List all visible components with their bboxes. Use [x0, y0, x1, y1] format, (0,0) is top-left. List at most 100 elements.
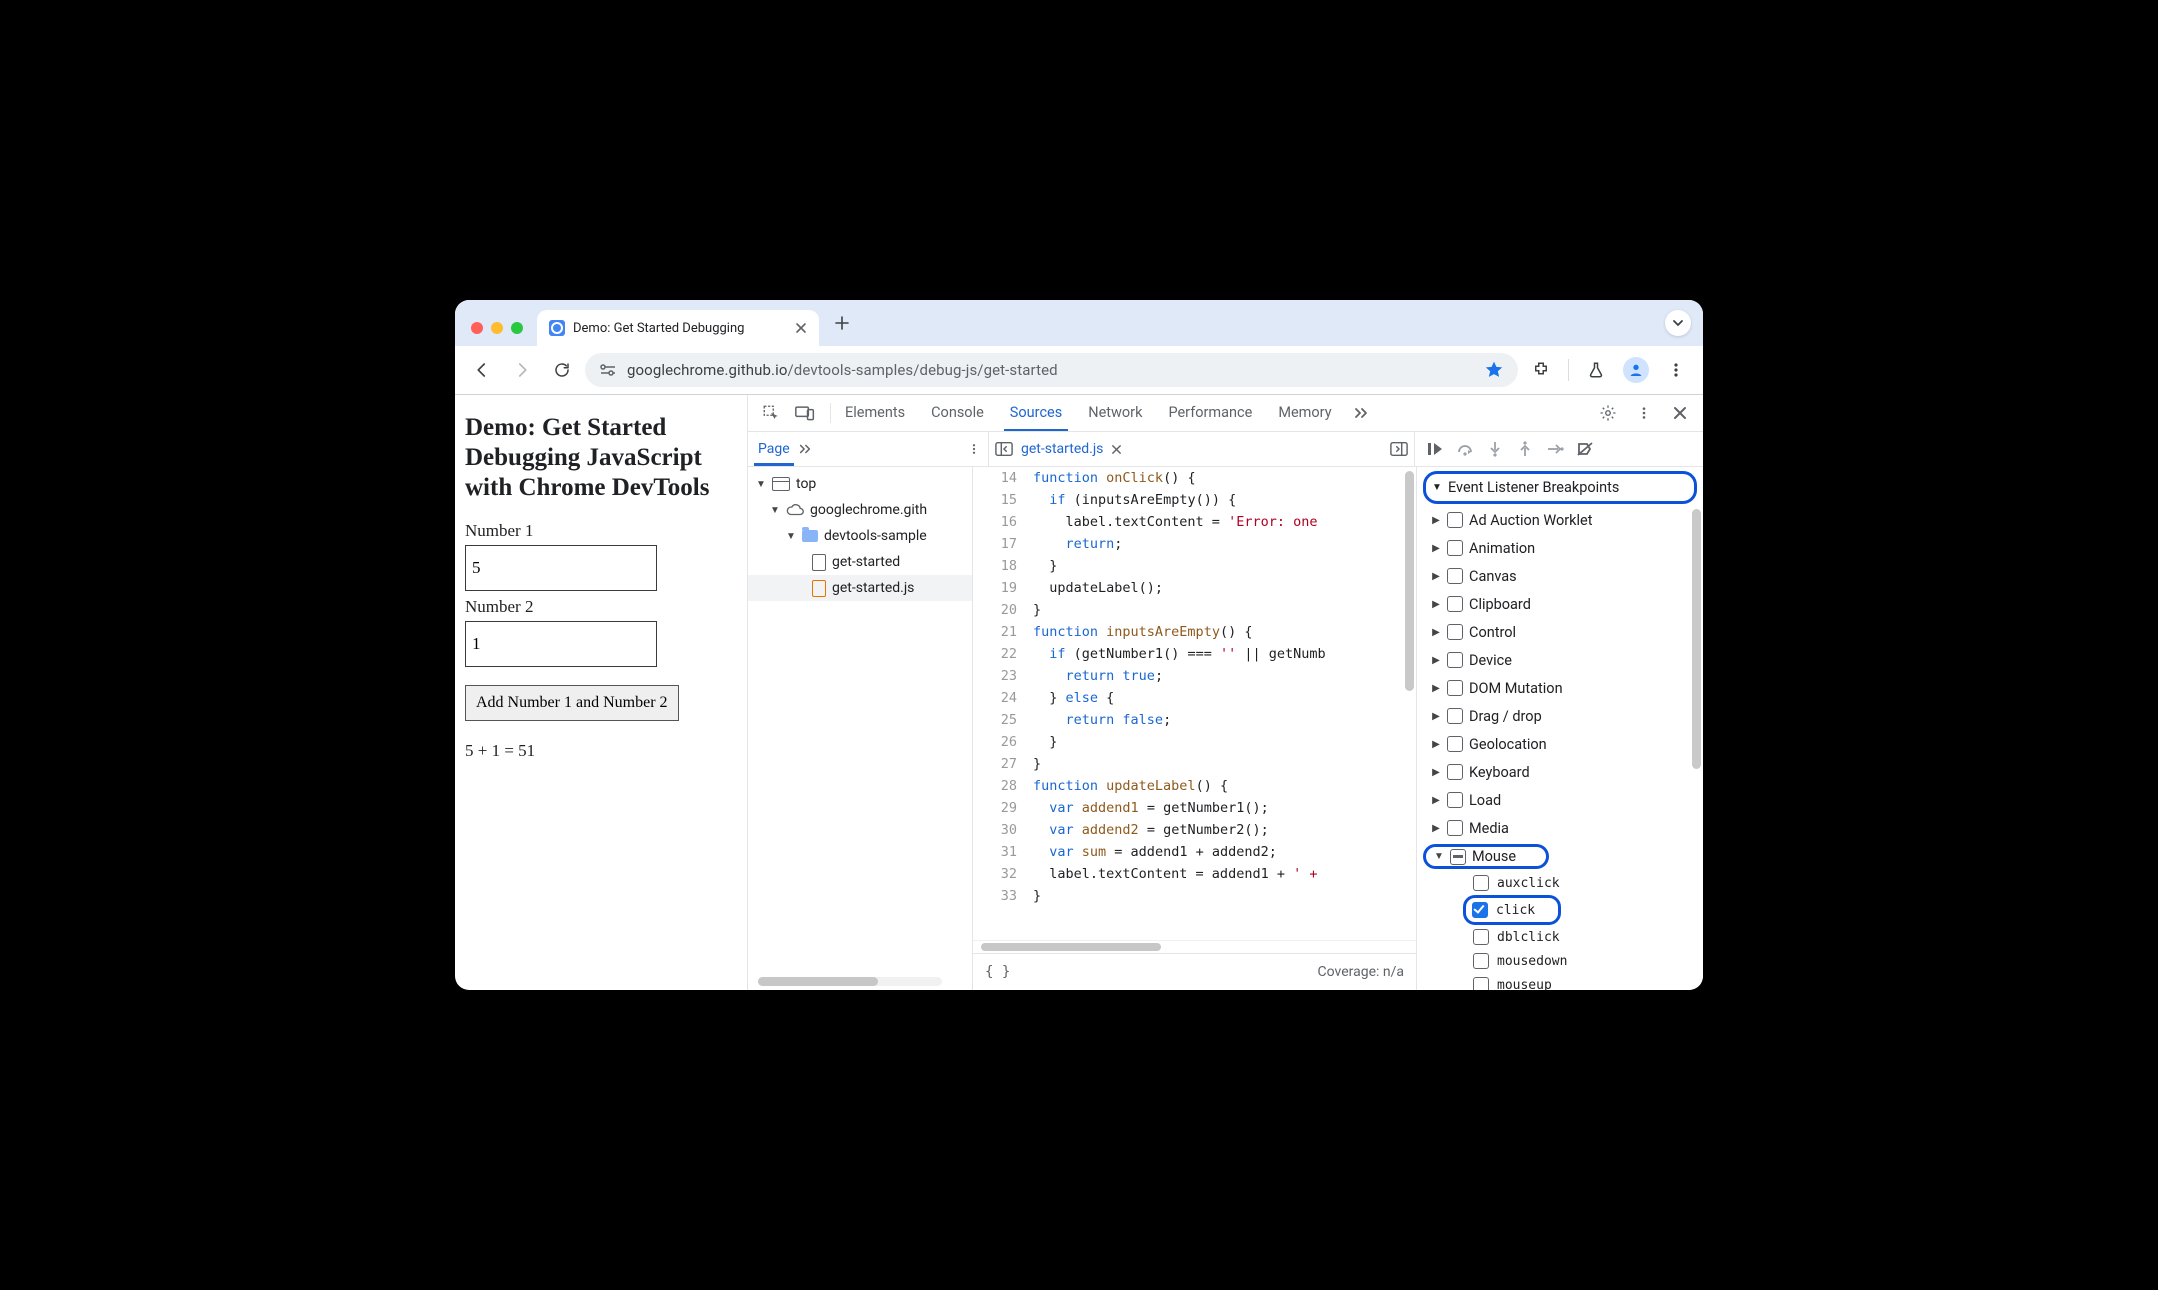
checkbox[interactable]: [1447, 596, 1463, 612]
code-line[interactable]: 22 if (getNumber1() === '' || getNumb: [973, 643, 1416, 665]
forward-button[interactable]: [505, 353, 539, 387]
close-file-icon[interactable]: [1111, 444, 1122, 455]
breakpoint-category[interactable]: ▶Media: [1417, 814, 1703, 842]
code-line[interactable]: 24 } else {: [973, 687, 1416, 709]
code-line[interactable]: 32 label.textContent = addend1 + ' +: [973, 863, 1416, 885]
line-number[interactable]: 32: [973, 863, 1031, 885]
tabs-overflow-button[interactable]: [1665, 310, 1691, 336]
navigator-tab-page[interactable]: Page: [756, 434, 792, 465]
code-line[interactable]: 26 }: [973, 731, 1416, 753]
event-listener-breakpoints-header[interactable]: ▼ Event Listener Breakpoints: [1423, 471, 1697, 504]
code-line[interactable]: 27}: [973, 753, 1416, 775]
breakpoint-event-mouseup[interactable]: mouseup: [1417, 973, 1703, 990]
checkbox-mouse[interactable]: [1450, 849, 1466, 865]
devtools-tab-memory[interactable]: Memory: [1274, 396, 1335, 430]
devtools-tab-performance[interactable]: Performance: [1164, 396, 1256, 430]
checkbox[interactable]: [1447, 764, 1463, 780]
breakpoint-category[interactable]: ▶Canvas: [1417, 562, 1703, 590]
devtools-tab-elements[interactable]: Elements: [841, 396, 909, 430]
line-number[interactable]: 24: [973, 687, 1031, 709]
tree-file-html[interactable]: get-started: [748, 549, 972, 575]
devtools-tab-sources[interactable]: Sources: [1006, 396, 1066, 430]
code-line[interactable]: 17 return;: [973, 533, 1416, 555]
editor-v-scrollbar[interactable]: [1405, 471, 1414, 691]
breakpoint-category[interactable]: ▶DOM Mutation: [1417, 674, 1703, 702]
code-line[interactable]: 30 var addend2 = getNumber2();: [973, 819, 1416, 841]
code-line[interactable]: 31 var sum = addend1 + addend2;: [973, 841, 1416, 863]
close-tab-icon[interactable]: [793, 320, 809, 336]
line-number[interactable]: 28: [973, 775, 1031, 797]
checkbox[interactable]: [1447, 568, 1463, 584]
close-window-icon[interactable]: [471, 322, 483, 334]
navigator-h-scrollbar[interactable]: [758, 977, 942, 986]
checkbox[interactable]: [1473, 875, 1489, 891]
device-toolbar-icon[interactable]: [790, 398, 820, 428]
checkbox[interactable]: [1473, 953, 1489, 969]
profile-button[interactable]: [1619, 353, 1653, 387]
line-number[interactable]: 17: [973, 533, 1031, 555]
line-number[interactable]: 22: [973, 643, 1031, 665]
extensions-button[interactable]: [1524, 353, 1558, 387]
input-number2[interactable]: [465, 621, 657, 667]
inspect-element-icon[interactable]: [756, 398, 786, 428]
file-navigator[interactable]: ▼ top ▼ googlechrome.gith ▼ devtools-sam…: [748, 467, 973, 990]
breakpoint-category[interactable]: ▶Drag / drop: [1417, 702, 1703, 730]
navigator-menu-icon[interactable]: [968, 442, 980, 456]
tree-file-js[interactable]: get-started.js: [748, 575, 972, 601]
deactivate-breakpoints-icon[interactable]: [1575, 439, 1595, 459]
breakpoint-category[interactable]: ▶Animation: [1417, 534, 1703, 562]
step-out-icon[interactable]: [1515, 439, 1535, 459]
code-line[interactable]: 25 return false;: [973, 709, 1416, 731]
breakpoint-category[interactable]: ▶Ad Auction Worklet: [1417, 506, 1703, 534]
debugger-sidebar[interactable]: ▼ Event Listener Breakpoints ▶Ad Auction…: [1417, 467, 1703, 990]
code-line[interactable]: 18 }: [973, 555, 1416, 577]
omnibox[interactable]: googlechrome.github.io/devtools-samples/…: [585, 353, 1518, 387]
devtools-settings-icon[interactable]: [1593, 398, 1623, 428]
line-number[interactable]: 33: [973, 885, 1031, 907]
line-number[interactable]: 16: [973, 511, 1031, 533]
devtools-tabs-overflow-icon[interactable]: [1346, 398, 1376, 428]
devtools-tab-console[interactable]: Console: [927, 396, 988, 430]
line-number[interactable]: 14: [973, 467, 1031, 489]
back-button[interactable]: [465, 353, 499, 387]
breakpoint-category-mouse[interactable]: ▼ Mouse: [1423, 844, 1549, 869]
toggle-debugger-icon[interactable]: [1390, 441, 1408, 457]
line-number[interactable]: 19: [973, 577, 1031, 599]
editor-h-scrollbar[interactable]: [973, 940, 1416, 953]
checkbox[interactable]: [1447, 540, 1463, 556]
line-number[interactable]: 30: [973, 819, 1031, 841]
chrome-menu-button[interactable]: [1659, 353, 1693, 387]
checkbox[interactable]: [1447, 792, 1463, 808]
zoom-window-icon[interactable]: [511, 322, 523, 334]
checkbox[interactable]: [1447, 624, 1463, 640]
devtools-menu-icon[interactable]: [1629, 398, 1659, 428]
code-line[interactable]: 20}: [973, 599, 1416, 621]
tree-folder[interactable]: ▼ devtools-sample: [748, 523, 972, 549]
line-number[interactable]: 31: [973, 841, 1031, 863]
line-number[interactable]: 18: [973, 555, 1031, 577]
checkbox[interactable]: [1447, 708, 1463, 724]
line-number[interactable]: 27: [973, 753, 1031, 775]
line-number[interactable]: 23: [973, 665, 1031, 687]
code-line[interactable]: 33}: [973, 885, 1416, 907]
code-line[interactable]: 21function inputsAreEmpty() {: [973, 621, 1416, 643]
open-file-name[interactable]: get-started.js: [1021, 441, 1103, 457]
breakpoint-category[interactable]: ▶Geolocation: [1417, 730, 1703, 758]
devtools-close-icon[interactable]: [1665, 398, 1695, 428]
code-line[interactable]: 15 if (inputsAreEmpty()) {: [973, 489, 1416, 511]
step-icon[interactable]: [1545, 439, 1565, 459]
labs-button[interactable]: [1579, 353, 1613, 387]
site-settings-icon[interactable]: [599, 363, 617, 377]
checkbox[interactable]: [1447, 820, 1463, 836]
code-line[interactable]: 29 var addend1 = getNumber1();: [973, 797, 1416, 819]
input-number1[interactable]: [465, 545, 657, 591]
breakpoint-category[interactable]: ▶Load: [1417, 786, 1703, 814]
tree-frame-top[interactable]: ▼ top: [748, 471, 972, 497]
checkbox[interactable]: [1472, 902, 1488, 918]
reload-button[interactable]: [545, 353, 579, 387]
navigator-more-icon[interactable]: [798, 442, 812, 456]
code-line[interactable]: 23 return true;: [973, 665, 1416, 687]
breakpoint-category[interactable]: ▶Clipboard: [1417, 590, 1703, 618]
step-over-icon[interactable]: [1455, 439, 1475, 459]
step-into-icon[interactable]: [1485, 439, 1505, 459]
